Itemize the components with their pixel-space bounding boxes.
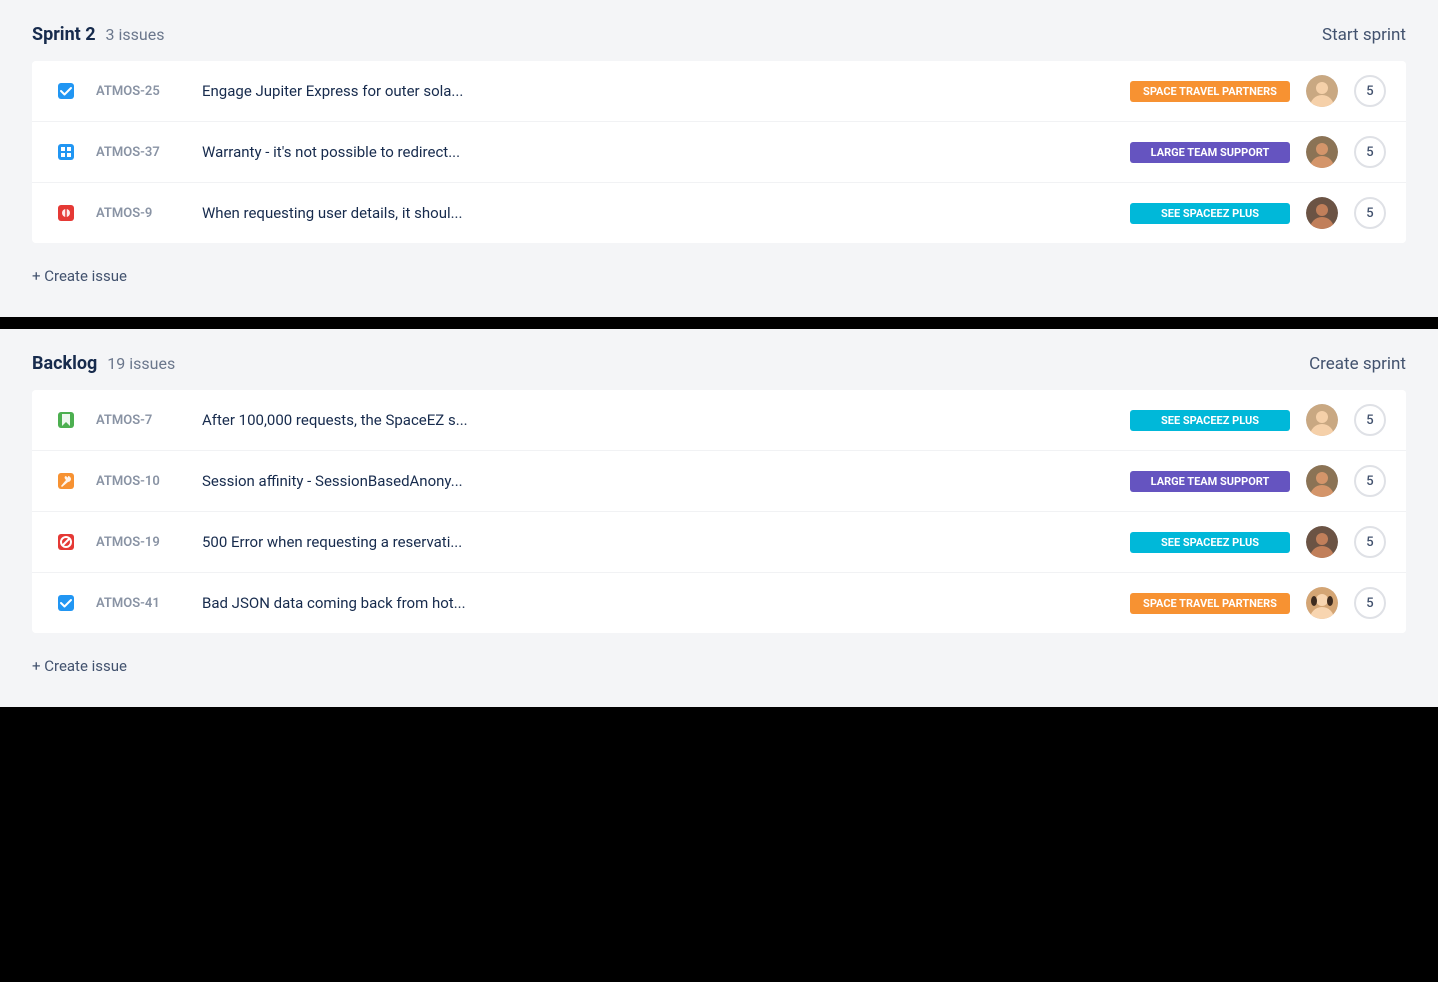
issue-row[interactable]: ATMOS-25 Engage Jupiter Express for oute… — [32, 61, 1406, 122]
issue-title: Bad JSON data coming back from hot... — [202, 594, 1114, 612]
issue-points: 5 — [1354, 75, 1386, 107]
issue-id: ATMOS-7 — [96, 413, 186, 428]
issue-avatar — [1306, 465, 1338, 497]
issue-type-icon — [52, 589, 80, 617]
issue-row[interactable]: ATMOS-37 Warranty - it's not possible to… — [32, 122, 1406, 183]
issue-row[interactable]: ATMOS-9 When requesting user details, it… — [32, 183, 1406, 243]
issue-points: 5 — [1354, 136, 1386, 168]
issue-avatar — [1306, 526, 1338, 558]
issue-row[interactable]: ATMOS-10 Session affinity - SessionBased… — [32, 451, 1406, 512]
issue-type-icon — [52, 406, 80, 434]
issue-avatar — [1306, 136, 1338, 168]
issue-badge: LARGE TEAM SUPPORT — [1130, 142, 1290, 163]
backlog-title: Backlog 19 issues — [32, 353, 175, 374]
issue-type-icon — [52, 528, 80, 556]
issue-points: 5 — [1354, 465, 1386, 497]
backlog-header: Backlog 19 issues Create sprint — [32, 353, 1406, 374]
start-sprint-button[interactable]: Start sprint — [1322, 25, 1406, 45]
issue-badge: SPACE TRAVEL PARTNERS — [1130, 593, 1290, 614]
issue-avatar — [1306, 197, 1338, 229]
issue-row[interactable]: ATMOS-41 Bad JSON data coming back from … — [32, 573, 1406, 633]
backlog-issues-list: ATMOS-7 After 100,000 requests, the Spac… — [32, 390, 1406, 633]
issue-title: After 100,000 requests, the SpaceEZ s... — [202, 411, 1114, 429]
issue-type-icon — [52, 77, 80, 105]
issue-title: 500 Error when requesting a reservati... — [202, 533, 1114, 551]
section-divider — [0, 317, 1438, 329]
issue-avatar — [1306, 404, 1338, 436]
issue-id: ATMOS-9 — [96, 206, 186, 221]
sprint-header: Sprint 2 3 issues Start sprint — [32, 24, 1406, 45]
issue-title: When requesting user details, it shoul..… — [202, 204, 1114, 222]
issue-badge: SEE SPACEEZ PLUS — [1130, 532, 1290, 553]
issue-points: 5 — [1354, 197, 1386, 229]
issue-type-icon — [52, 138, 80, 166]
issue-points: 5 — [1354, 587, 1386, 619]
sprint-title: Sprint 2 3 issues — [32, 24, 164, 45]
issue-row[interactable]: ATMOS-7 After 100,000 requests, the Spac… — [32, 390, 1406, 451]
sprint-create-issue-button[interactable]: + Create issue — [32, 259, 127, 293]
issue-points: 5 — [1354, 526, 1386, 558]
issue-id: ATMOS-25 — [96, 84, 186, 99]
issue-title: Session affinity - SessionBasedAnony... — [202, 472, 1114, 490]
issue-row[interactable]: ATMOS-19 500 Error when requesting a res… — [32, 512, 1406, 573]
issue-avatar — [1306, 587, 1338, 619]
backlog-create-issue-button[interactable]: + Create issue — [32, 649, 127, 683]
sprint-issues-list: ATMOS-25 Engage Jupiter Express for oute… — [32, 61, 1406, 243]
create-sprint-button[interactable]: Create sprint — [1309, 354, 1406, 374]
issue-title: Warranty - it's not possible to redirect… — [202, 143, 1114, 161]
issue-type-icon — [52, 467, 80, 495]
issue-type-icon — [52, 199, 80, 227]
issue-badge: SEE SPACEEZ PLUS — [1130, 410, 1290, 431]
issue-avatar — [1306, 75, 1338, 107]
issue-id: ATMOS-37 — [96, 145, 186, 160]
issue-points: 5 — [1354, 404, 1386, 436]
sprint-section: Sprint 2 3 issues Start sprint ATMOS-25 … — [0, 0, 1438, 317]
issue-badge: LARGE TEAM SUPPORT — [1130, 471, 1290, 492]
backlog-section: Backlog 19 issues Create sprint ATMOS-7 … — [0, 329, 1438, 707]
issue-badge: SPACE TRAVEL PARTNERS — [1130, 81, 1290, 102]
issue-id: ATMOS-41 — [96, 596, 186, 611]
issue-id: ATMOS-19 — [96, 535, 186, 550]
issue-badge: SEE SPACEEZ PLUS — [1130, 203, 1290, 224]
issue-title: Engage Jupiter Express for outer sola... — [202, 82, 1114, 100]
issue-id: ATMOS-10 — [96, 474, 186, 489]
